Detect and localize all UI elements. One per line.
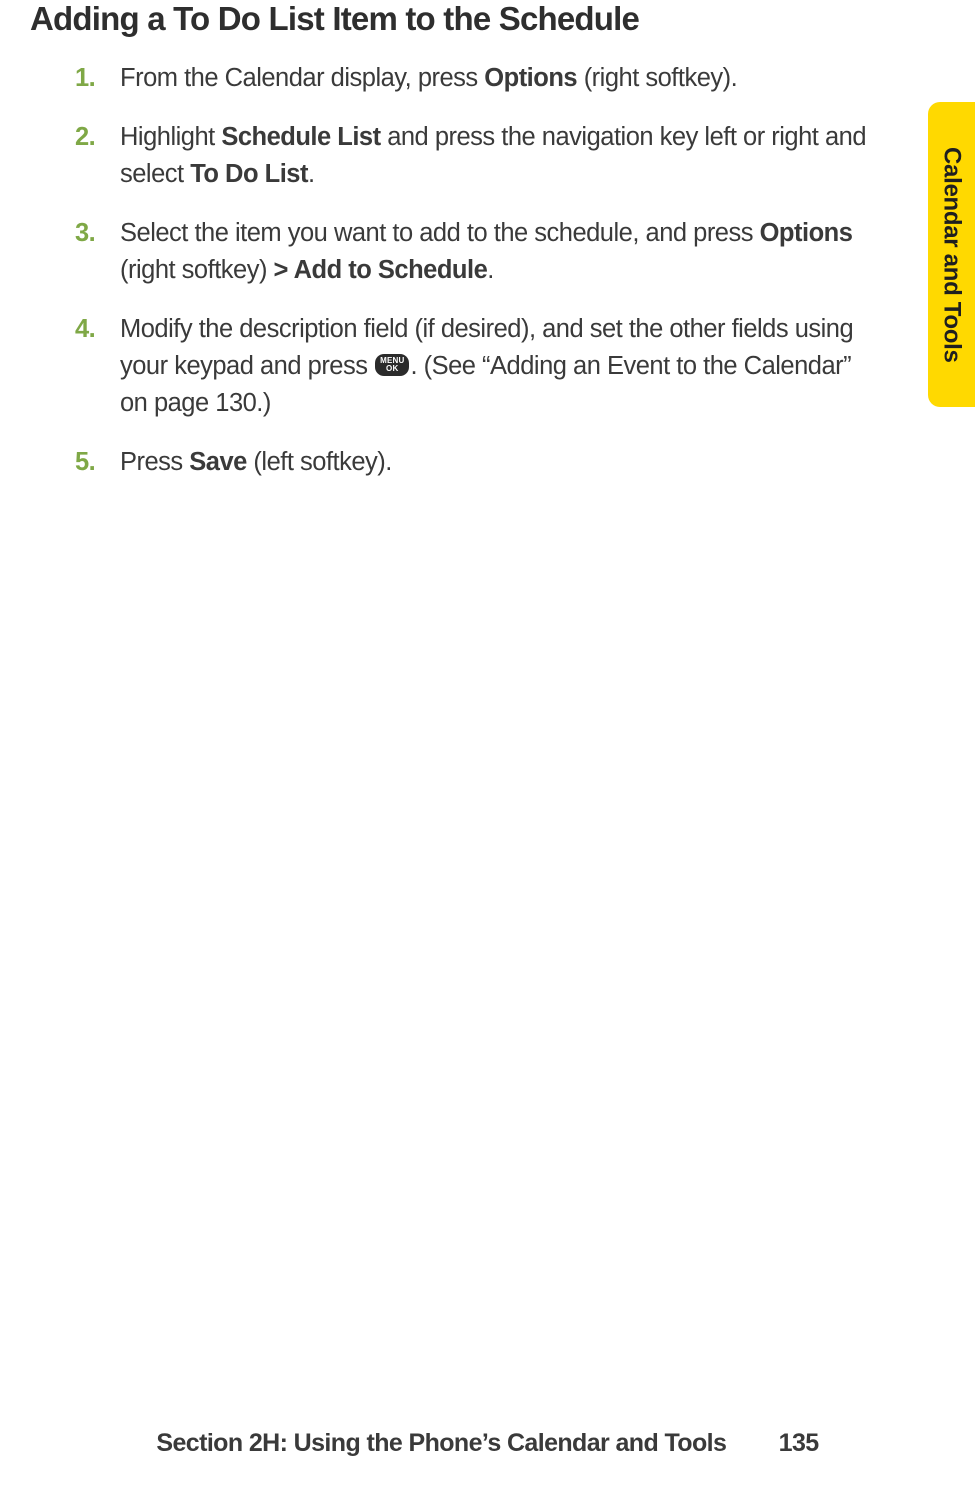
text: From the Calendar display, press	[120, 64, 484, 92]
step-body: Press Save (left softkey).	[120, 444, 875, 481]
step-number: 4.	[75, 311, 120, 422]
text: (right softkey)	[120, 256, 274, 284]
side-tab: Calendar and Tools	[928, 102, 975, 407]
step: 3.Select the item you want to add to the…	[75, 215, 875, 289]
side-tab-label: Calendar and Tools	[938, 147, 966, 363]
footer-section: Section 2H: Using the Phone’s Calendar a…	[156, 1429, 726, 1457]
step: 2.Highlight Schedule List and press the …	[75, 119, 875, 193]
steps-list: 1.From the Calendar display, press Optio…	[30, 60, 935, 481]
bold-text: Options	[760, 219, 853, 247]
step: 5.Press Save (left softkey).	[75, 444, 875, 481]
step-number: 1.	[75, 60, 120, 97]
menu-ok-icon: MENUOK	[375, 354, 409, 376]
text: .	[308, 160, 315, 188]
bold-text: Options	[484, 64, 577, 92]
step: 1.From the Calendar display, press Optio…	[75, 60, 875, 97]
text: Press	[120, 448, 189, 476]
step-number: 3.	[75, 215, 120, 289]
page: Adding a To Do List Item to the Schedule…	[0, 0, 975, 1486]
text: (left softkey).	[247, 448, 392, 476]
text: Select the item you want to add to the s…	[120, 219, 760, 247]
text: Highlight	[120, 123, 221, 151]
bold-text: To Do List	[190, 160, 308, 188]
page-heading: Adding a To Do List Item to the Schedule	[30, 0, 935, 38]
step-body: Highlight Schedule List and press the na…	[120, 119, 875, 193]
page-footer: Section 2H: Using the Phone’s Calendar a…	[0, 1429, 975, 1458]
step-number: 2.	[75, 119, 120, 193]
step-body: Modify the description field (if desired…	[120, 311, 875, 422]
text: (right softkey).	[577, 64, 737, 92]
bold-text: Save	[189, 448, 247, 476]
step-body: From the Calendar display, press Options…	[120, 60, 875, 97]
step-body: Select the item you want to add to the s…	[120, 215, 875, 289]
text: .	[487, 256, 494, 284]
step: 4.Modify the description field (if desir…	[75, 311, 875, 422]
bold-text: > Add to Schedule	[274, 256, 488, 284]
footer-page-number: 135	[779, 1429, 819, 1457]
step-number: 5.	[75, 444, 120, 481]
bold-text: Schedule List	[221, 123, 380, 151]
